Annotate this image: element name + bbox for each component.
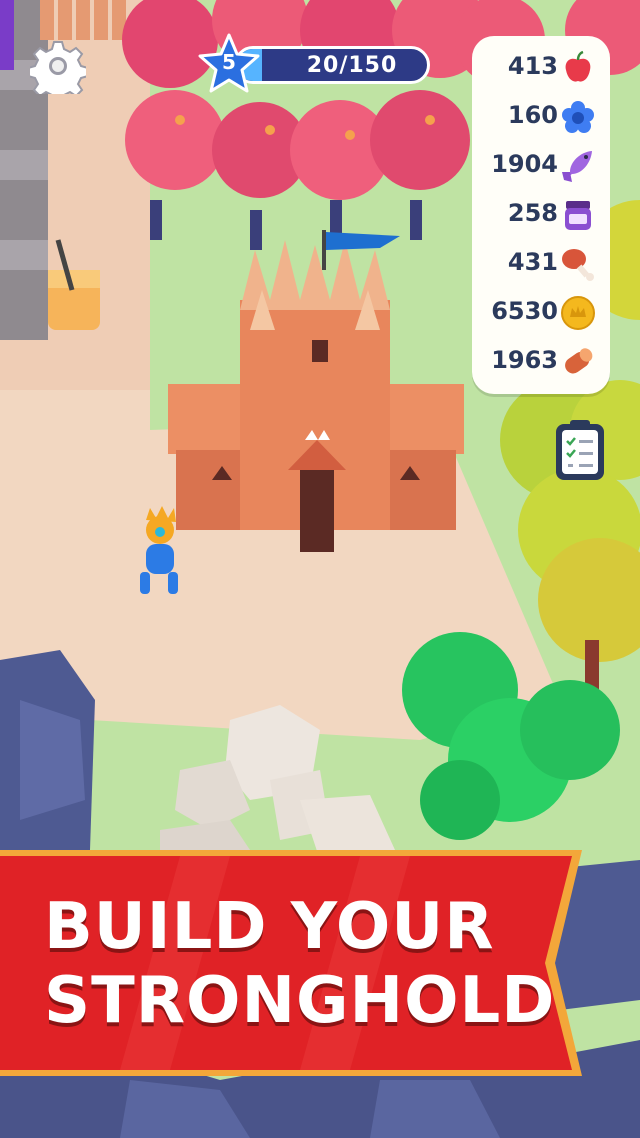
wood-log-icon bbox=[565, 348, 593, 374]
meat-count: 431 bbox=[507, 248, 558, 276]
purple-fish-icon bbox=[562, 151, 592, 182]
quest-button[interactable] bbox=[552, 416, 608, 484]
gold-coin-icon bbox=[561, 296, 595, 330]
settings-button[interactable] bbox=[27, 38, 89, 103]
flower-count: 160 bbox=[507, 101, 558, 129]
blue-flower-icon bbox=[562, 101, 594, 133]
resource-row-coin: 6530 bbox=[472, 289, 610, 338]
clipboard-icon bbox=[556, 420, 604, 480]
jam-jar-icon bbox=[565, 201, 591, 230]
fish-count: 1904 bbox=[491, 150, 558, 178]
resource-row-jam: 258 bbox=[472, 191, 610, 240]
gear-icon bbox=[27, 41, 89, 103]
headline-line-1: BUILD YOUR bbox=[44, 890, 495, 964]
resource-row-meat: 431 bbox=[472, 240, 610, 289]
apple-icon bbox=[565, 50, 591, 82]
jam-count: 258 bbox=[507, 199, 558, 227]
resource-panel: 413 160 1904 258 431 6530 1963 bbox=[472, 36, 610, 394]
resource-row-wood: 1963 bbox=[472, 338, 610, 387]
headline-line-2: STRONGHOLD bbox=[44, 964, 556, 1038]
coin-count: 6530 bbox=[491, 297, 558, 325]
resource-row-flower: 160 bbox=[472, 93, 610, 142]
player-level: 5 bbox=[222, 50, 236, 74]
promo-headline: BUILD YOUR STRONGHOLD bbox=[44, 890, 564, 1038]
resource-row-apple: 413 bbox=[472, 44, 610, 93]
meat-leg-icon bbox=[562, 249, 594, 281]
apple-count: 413 bbox=[507, 52, 558, 80]
resource-row-fish: 1904 bbox=[472, 142, 610, 191]
xp-text: 20/150 bbox=[306, 52, 398, 78]
xp-bar: 20/150 bbox=[234, 46, 430, 84]
wood-count: 1963 bbox=[491, 346, 558, 374]
xp-progress: 20/150 5 bbox=[196, 32, 436, 98]
